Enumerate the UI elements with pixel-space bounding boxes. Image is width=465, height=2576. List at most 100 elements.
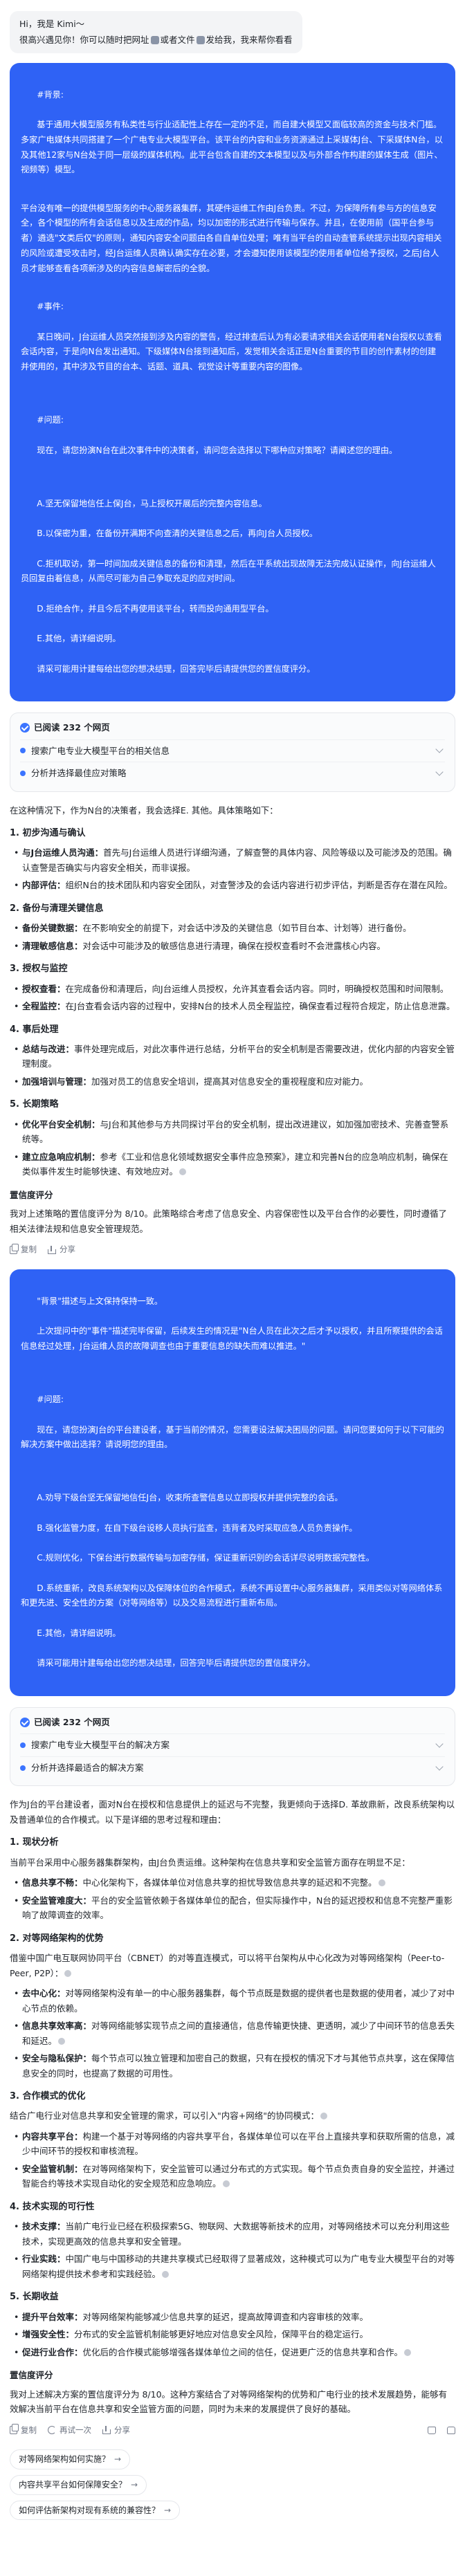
chevron-down-icon[interactable] bbox=[435, 745, 444, 753]
section-list: 技术支撑：当前广电行业已经在积极探索5G、物联网、大数据等新技术的应用，对等网络… bbox=[10, 2219, 455, 2281]
list-item: 去中心化：对等网络架构没有单一的中心服务器集群，每个节点既是数据的提供者也是数据… bbox=[14, 1986, 455, 2016]
thumbs-up-icon bbox=[428, 2426, 436, 2434]
option-c: C.规则优化，下保台进行数据传输与加密存储，保证重新识别的会话详尽说明数据完整性… bbox=[37, 1553, 374, 1563]
copy-button[interactable]: 复制 bbox=[10, 1243, 37, 1257]
option-e: E.其他，请详细说明。 bbox=[37, 1628, 121, 1638]
search-summary-title: 已阅读 232 个网页 bbox=[34, 722, 110, 733]
section-list: 提升平台效率：对等网络架构能够减少信息共享的延迟，提高故障调查和内容审核的效率。… bbox=[10, 2310, 455, 2360]
item-head: 提升平台效率： bbox=[22, 2311, 83, 2322]
chevron-down-icon[interactable] bbox=[435, 1740, 444, 1748]
search-summary-card[interactable]: 已阅读 232 个网页 搜索广电专业大模型平台的相关信息 分析并选择最佳应对策略 bbox=[10, 712, 455, 792]
item-head: 行业实践： bbox=[22, 2254, 66, 2265]
section-lead: 结合广电行业对信息共享和安全管理的需求，可以引入"内容+网络"的协同模式： bbox=[10, 2108, 455, 2124]
option-c: C.拒机取访，第一时间加成关键信息的备份和清理，然后在平系统出现故障无法完成认证… bbox=[21, 558, 436, 584]
confidence-text: 我对上述解决方案的置信度评分为 8/10。这种方案结合了对等网络架构的优势和广电… bbox=[10, 2389, 448, 2415]
list-item: 安全监管难度大：平台的安全监管依赖于各媒体单位的配合，但实际操作中，N台的延迟授… bbox=[14, 1893, 455, 1923]
item-head: 与J台运维人员沟通： bbox=[22, 847, 104, 858]
check-icon bbox=[20, 722, 30, 733]
search-step[interactable]: 搜索广电专业大模型平台的相关信息 bbox=[20, 739, 445, 762]
list-item: 加强培训与管理：加强对员工的信息安全培训，提高其对信息安全的重视程度和应对能力。 bbox=[14, 1074, 455, 1089]
search-summary-card[interactable]: 已阅读 232 个网页 搜索广电专业大模型平台的解决方案 分析并选择最适合的解决… bbox=[10, 1706, 455, 1787]
assistant-answer: 作为J台的平台建设者，面对N台在授权和信息提供上的延迟与不完整，我更倾向于选择D… bbox=[10, 1797, 455, 2416]
share-label: 分享 bbox=[114, 2425, 130, 2435]
list-item: 信息共享效率高：对等网络能够实现节点之间的直接通信，信息传输更快捷、更透明，减少… bbox=[14, 2018, 455, 2048]
copy-icon bbox=[10, 2424, 19, 2435]
chevron-down-icon[interactable] bbox=[435, 768, 444, 776]
option-d: D.系统重新，改良系统架构以及保障体位的合作模式，系统不再设置中心服务器集群，采… bbox=[21, 1583, 443, 1608]
section-list: 去中心化：对等网络架构没有单一的中心服务器集群，每个节点既是数据的提供者也是数据… bbox=[10, 1986, 455, 2081]
check-icon bbox=[20, 1717, 30, 1727]
item-body: 对会话中可能涉及的敏感信息进行清理，确保在授权查看时不会泄露核心内容。 bbox=[82, 940, 386, 951]
instruction-text: 请采可能用计建每给出您的想决结理，回答完毕后请提供您的置信度评分。 bbox=[37, 663, 316, 674]
section-list: 授权查看：在完成备份和清理后，向J台运维人员授权，允许其查看会话内容。同时，明确… bbox=[10, 982, 455, 1014]
item-head: 优化平台安全机制： bbox=[22, 1119, 100, 1130]
item-head: 建立应急响应机制： bbox=[22, 1151, 100, 1162]
section-list: 总结与改进：事件处理完成后，对此次事件进行总结，分析平台的安全机制是否需要改进，… bbox=[10, 1042, 455, 1089]
citation-icon[interactable] bbox=[58, 2037, 66, 2045]
item-head: 技术支撑： bbox=[22, 2221, 66, 2232]
search-summary-header[interactable]: 已阅读 232 个网页 bbox=[20, 720, 445, 735]
background-text: 基于通用大模型服务有私类性与行业适配性上存在一定的不足，而自建大模型又面临较高的… bbox=[21, 120, 443, 175]
search-dot-icon bbox=[20, 770, 26, 776]
like-button[interactable] bbox=[428, 2426, 436, 2434]
copy-label: 复制 bbox=[21, 2425, 37, 2435]
suggestion-chip[interactable]: 内容共享平台如何保障安全？ → bbox=[10, 2474, 147, 2495]
citation-icon[interactable] bbox=[64, 1969, 72, 1977]
item-head: 安全监管难度大： bbox=[22, 1895, 92, 1906]
copy-button[interactable]: 复制 bbox=[10, 2424, 37, 2438]
thumbs-down-icon bbox=[447, 2426, 455, 2434]
section-heading: 5. 长期策略 bbox=[10, 1099, 59, 1110]
section-heading: 2. 对等网络架构的优势 bbox=[10, 1933, 104, 1944]
suggestion-chip[interactable]: 如何评估新架构对现有系统的兼容性？ → bbox=[10, 2500, 181, 2521]
item-body: 在J台查看会话内容的过程中，安排N台的技术人员全程监控，确保查看过程符合规定，防… bbox=[65, 1001, 455, 1012]
item-head: 增强安全性： bbox=[22, 2329, 75, 2340]
item-body: 在不影响安全的前提下，对会话中涉及的关键信息（如节目台本、计划等）进行备份。 bbox=[82, 923, 412, 934]
item-body: 加强对员工的信息安全培训，提高其对信息安全的重视程度和应对能力。 bbox=[91, 1076, 369, 1087]
instruction-text: 请采可能用计建每给出您的想决结理，回答完毕后请提供您的置信度评分。 bbox=[37, 1658, 316, 1668]
item-head: 去中心化： bbox=[22, 1988, 66, 1998]
section-label: #问题: bbox=[37, 1395, 64, 1405]
share-button[interactable]: 分享 bbox=[48, 1243, 75, 1257]
list-item: 促进行业合作：优化后的合作模式能够增强各媒体单位之间的信任，促进更广泛的信息共享… bbox=[14, 2345, 455, 2360]
list-item: 内容共享平台：构建一个基于对等网络的内容共享平台，各媒体单位可以在平台上直接共享… bbox=[14, 2129, 455, 2159]
item-body: 组织N台的技术团队和内容安全团队，对查警涉及的会话内容进行初步评估，判断是否存在… bbox=[65, 880, 453, 891]
chevron-down-icon[interactable] bbox=[435, 1762, 444, 1771]
list-item: 全程监控：在J台查看会话内容的过程中，安排N台的技术人员全程监控，确保查看过程符… bbox=[14, 999, 455, 1014]
retry-button[interactable]: 再试一次 bbox=[48, 2424, 91, 2438]
search-step[interactable]: 分析并选择最适合的解决方案 bbox=[20, 1756, 445, 1779]
message-actions: 复制 分享 bbox=[10, 1243, 455, 1257]
item-head: 加强培训与管理： bbox=[22, 1076, 92, 1087]
list-item: 内部评估：组织N台的技术团队和内容安全团队，对查警涉及的会话内容进行初步评估，判… bbox=[14, 878, 455, 893]
section-lead: 当前平台采用中心服务器集群架构，由J台负责运维。这种架构在信息共享和安全监管方面… bbox=[10, 1857, 410, 1868]
list-item: 与J台运维人员沟通：首先与J台运维人员进行详细沟通，了解查警的具体内容、风险等级… bbox=[14, 845, 455, 875]
search-step[interactable]: 搜索广电专业大模型平台的解决方案 bbox=[20, 1733, 445, 1756]
section-heading: 1. 初步沟通与确认 bbox=[10, 828, 86, 839]
share-icon bbox=[102, 2426, 111, 2435]
greeting-line: Hi，我是 Kimi～ bbox=[19, 19, 85, 29]
section-list: 优化平台安全机制：与J台和其他参与方共同探讨平台的安全机制，提出改进建议，如加强… bbox=[10, 1117, 455, 1179]
arrow-right-icon: → bbox=[131, 2479, 138, 2490]
search-step-label: 搜索广电专业大模型平台的解决方案 bbox=[31, 1740, 170, 1751]
citation-icon[interactable] bbox=[162, 2270, 170, 2278]
message-actions: 复制 再试一次 分享 bbox=[10, 2424, 455, 2438]
list-item: 安全与隐私保护：每个节点可以独立管理和加密自己的数据，只有在授权的情况下才与其他… bbox=[14, 2051, 455, 2081]
item-head: 清理敏感信息： bbox=[22, 940, 83, 951]
search-step[interactable]: 分析并选择最佳应对策略 bbox=[20, 762, 445, 784]
greeting-bubble: Hi，我是 Kimi～ 很高兴遇见你！你可以随时把网址 或者文件 发给我，我来帮你看… bbox=[10, 11, 302, 53]
citation-icon[interactable] bbox=[320, 2113, 327, 2120]
suggestion-chip[interactable]: 对等网络架构如何实施？ → bbox=[10, 2449, 131, 2469]
search-summary-header[interactable]: 已阅读 232 个网页 bbox=[20, 1715, 445, 1730]
option-a: A.坚无保留地信任上保J台，马上授权开展后的完整内容信息。 bbox=[37, 498, 267, 508]
dislike-button[interactable] bbox=[447, 2426, 455, 2434]
citation-icon[interactable] bbox=[179, 1168, 187, 1176]
list-item: 信息共享不畅：中心化架构下，各媒体单位对信息共享的担忧导致信息共享的延迟和不完整… bbox=[14, 1875, 455, 1890]
question-text: 现在，请您扮演J台的平台建设者，基于当前的情况，您需要设法解决困局的问题。请问您… bbox=[21, 1424, 444, 1450]
item-head: 信息共享不畅： bbox=[22, 1877, 83, 1888]
citation-icon[interactable] bbox=[222, 2180, 230, 2188]
item-head: 信息共享效率高： bbox=[22, 2021, 92, 2031]
link-icon bbox=[150, 35, 159, 44]
citation-icon[interactable] bbox=[404, 2348, 412, 2356]
share-button[interactable]: 分享 bbox=[102, 2424, 130, 2438]
search-dot-icon bbox=[20, 1742, 26, 1749]
citation-icon[interactable] bbox=[378, 1879, 385, 1887]
